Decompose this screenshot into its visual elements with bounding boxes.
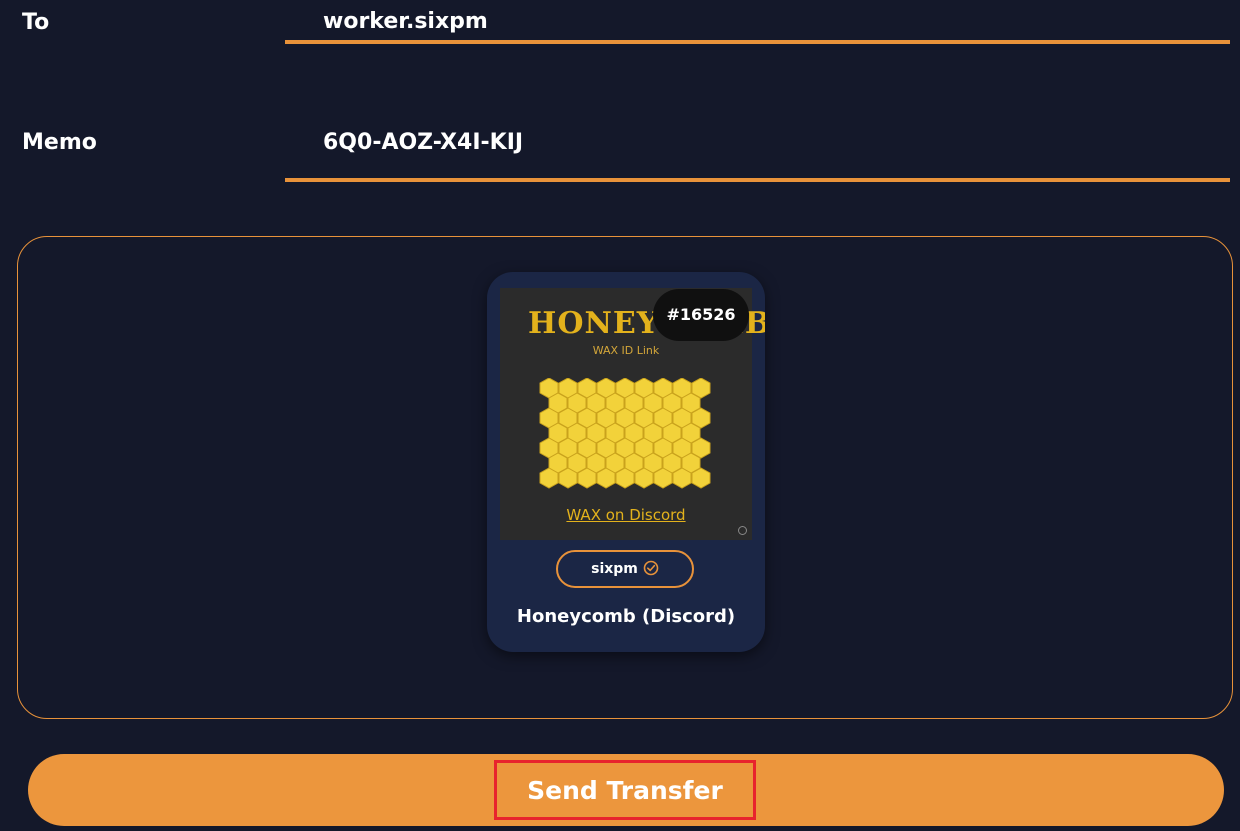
memo-label: Memo — [22, 130, 97, 155]
honeycomb-graphic — [539, 378, 711, 489]
nft-image-link: WAX on Discord — [566, 506, 686, 524]
nft-image-subtitle: WAX ID Link — [592, 344, 660, 357]
to-input[interactable]: worker.sixpm — [285, 0, 1230, 44]
to-label: To — [22, 10, 50, 35]
send-transfer-label[interactable]: Send Transfer — [494, 760, 756, 820]
collection-badge[interactable]: sixpm — [556, 550, 694, 588]
watermark-icon — [738, 526, 747, 535]
nft-name: Honeycomb (Discord) — [516, 606, 736, 627]
check-circle-icon — [643, 560, 659, 576]
memo-input[interactable]: 6Q0-AOZ-X4I-KIJ — [285, 120, 1230, 182]
collection-name: sixpm — [591, 561, 638, 577]
mint-number-badge: #16526 — [653, 289, 749, 341]
